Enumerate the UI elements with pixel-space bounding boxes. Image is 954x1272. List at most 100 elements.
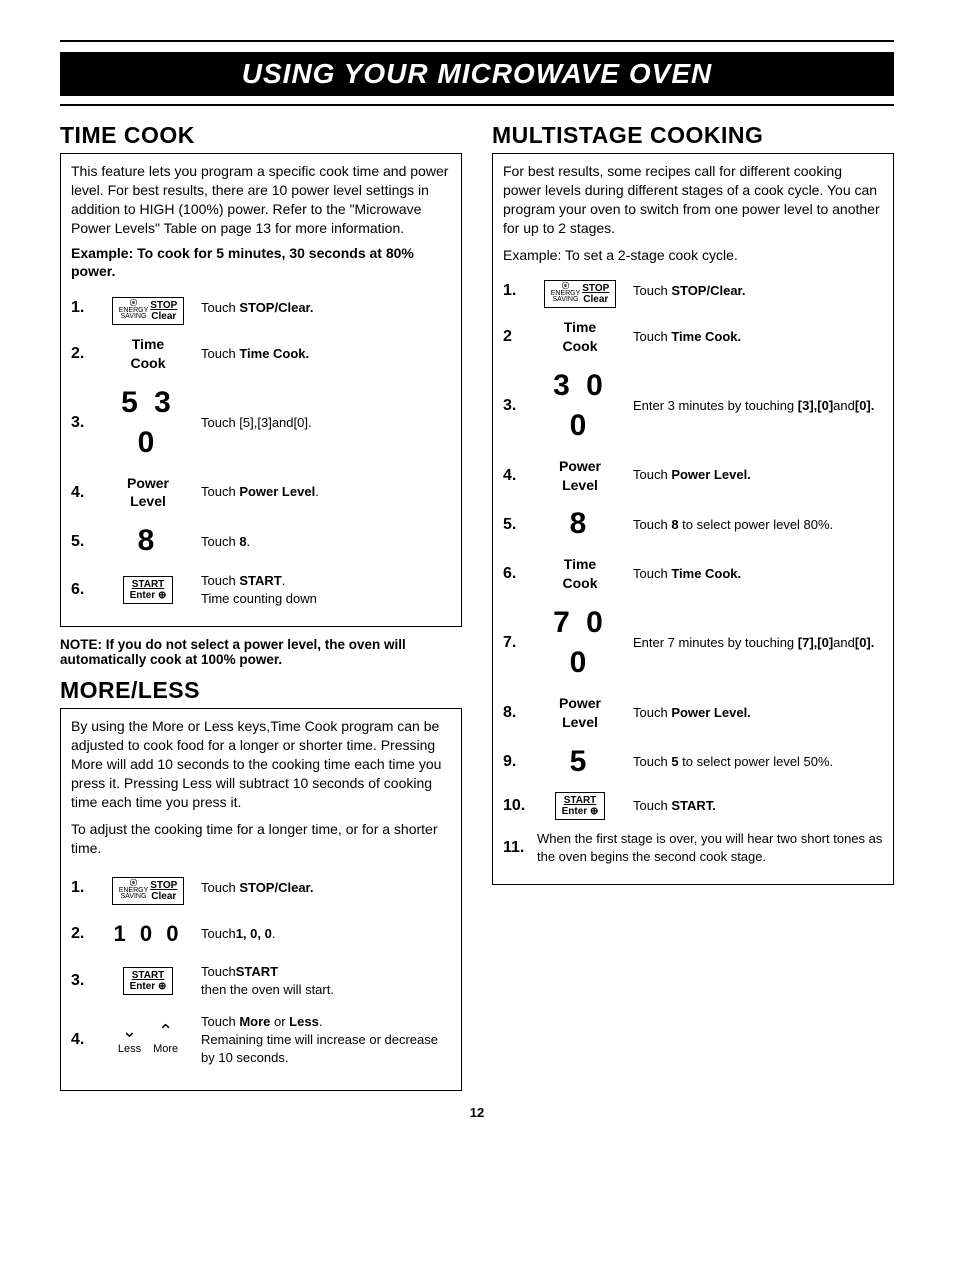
time-cook-heading: TIME COOK — [60, 122, 462, 149]
multistage-example: Example: To set a 2-stage cook cycle. — [503, 246, 883, 265]
display-700: 7 0 0 — [553, 606, 607, 680]
time-cook-example: Example: To cook for 5 minutes, 30 secon… — [71, 244, 451, 282]
step-icon: STARTEnter ⊕ — [105, 967, 191, 995]
step-number: 2. — [71, 343, 95, 365]
time-cook-box: This feature lets you program a specific… — [60, 153, 462, 627]
step-desc: Touch START. — [633, 797, 883, 815]
more-less-heading: MORE/LESS — [60, 677, 462, 704]
step-icon: ⓔENERGYSAVINGSTOPClear — [537, 274, 623, 307]
power-level-label-icon: PowerLevel — [127, 475, 169, 510]
step-desc: Enter 7 minutes by touching [7],[0]and[0… — [633, 634, 883, 652]
step-row: 5.8Touch 8 to select power level 80%. — [503, 504, 883, 545]
step-row: 2. TimeCook Touch Time Cook. — [71, 335, 451, 373]
step-icon: ⓔENERGYSAVINGSTOPClear — [105, 871, 191, 904]
step-icon: TimeCook — [537, 318, 623, 356]
step-number: 6. — [71, 579, 95, 601]
time-cook-label-icon: TimeCook — [131, 336, 166, 371]
step-number: 2. — [71, 923, 95, 945]
step-row: 6. STARTEnter ⊕ Touch START.Time counting … — [71, 572, 451, 608]
step-number: 7. — [503, 632, 527, 654]
right-column: MULTISTAGE COOKING For best results, som… — [492, 116, 894, 1091]
step-number: 2 — [503, 326, 527, 348]
step-row: 4. PowerLevel Touch Power Level. — [71, 474, 451, 512]
multistage-heading: MULTISTAGE COOKING — [492, 122, 894, 149]
step-icon: STARTEnter ⊕ — [537, 792, 623, 820]
top-rule — [60, 40, 894, 42]
step-icon: ⓔENERGYSAVINGSTOPClear — [105, 291, 191, 324]
step-number: 1. — [71, 877, 95, 899]
step-desc: Touch Power Level. — [633, 466, 883, 484]
step-row: 9. 5 Touch 5 to select power level 50%. — [503, 742, 883, 783]
step-row: 6. TimeCook Touch Time Cook. — [503, 555, 883, 593]
step-icon: 5 — [537, 742, 623, 783]
display-5: 5 — [570, 745, 591, 778]
display-530: 5 3 0 — [121, 386, 175, 460]
more-less-p2: To adjust the cooking time for a longer … — [71, 820, 451, 858]
step-desc: Touch Power Level. — [633, 704, 883, 722]
step-number: 4. — [71, 482, 95, 504]
step-icon: PowerLevel — [537, 457, 623, 495]
left-column: TIME COOK This feature lets you program … — [60, 116, 462, 1091]
time-cook-intro: This feature lets you program a specific… — [71, 162, 451, 238]
page-banner: USING YOUR MICROWAVE OVEN — [60, 52, 894, 96]
step-row: 1. ⓔENERGYSAVINGSTOPClear Touch STOP/Clear… — [71, 871, 451, 904]
step-desc: Touch [5],[3]and[0]. — [201, 414, 451, 432]
step-desc: Touch STOP/Clear. — [201, 879, 451, 897]
step-row: 5.8Touch 8. — [71, 521, 451, 562]
step-desc: Touch Time Cook. — [633, 328, 883, 346]
step-icon: STARTEnter ⊕ — [105, 576, 191, 604]
step-icon: TimeCook — [105, 335, 191, 373]
power-level-label-icon: PowerLevel — [559, 458, 601, 493]
start-enter-button-icon: STARTEnter ⊕ — [123, 576, 174, 604]
step-row: 3. 3 0 0 Enter 3 minutes by touching [3],[… — [503, 366, 883, 447]
step-row: 2. 1 0 0 Touch1, 0, 0. — [71, 919, 451, 949]
display-100: 1 0 0 — [114, 921, 183, 946]
step-number: 3. — [71, 412, 95, 434]
step-row: 4.⌄Less⌃MoreTouch More or Less.Remaining… — [71, 1013, 451, 1068]
stop-clear-button-icon: ⓔENERGYSAVINGSTOPClear — [544, 280, 617, 308]
step-number: 10. — [503, 795, 527, 817]
step-desc: When the first stage is over, you will h… — [537, 830, 883, 866]
step-desc: Touch 8. — [201, 533, 451, 551]
step-icon: PowerLevel — [537, 694, 623, 732]
stop-clear-button-icon: ⓔENERGYSAVINGSTOPClear — [112, 297, 185, 325]
banner-rule — [60, 104, 894, 106]
step-row: 7. 7 0 0 Enter 7 minutes by touching [7],[… — [503, 603, 883, 684]
step-number: 1. — [71, 297, 95, 319]
step-number: 9. — [503, 751, 527, 773]
more-less-p1: By using the More or Less keys,Time Cook… — [71, 717, 451, 811]
step-icon: 8 — [537, 504, 623, 545]
start-enter-button-icon: STARTEnter ⊕ — [555, 792, 606, 820]
step-desc: Touch Power Level. — [201, 483, 451, 501]
time-cook-label-icon: TimeCook — [563, 556, 598, 591]
step-row: 11. When the first stage is over, you wil… — [503, 830, 883, 866]
display-8: 8 — [570, 507, 591, 540]
step-number: 3. — [503, 395, 527, 417]
step-number: 11. — [503, 837, 527, 859]
step-desc: Touch START.Time counting down — [201, 572, 451, 608]
start-enter-button-icon: STARTEnter ⊕ — [123, 967, 174, 995]
step-number: 6. — [503, 563, 527, 585]
multistage-intro: For best results, some recipes call for … — [503, 162, 883, 238]
step-desc: Touch 5 to select power level 50%. — [633, 753, 883, 771]
multistage-box: For best results, some recipes call for … — [492, 153, 894, 885]
step-row: 3.STARTEnter ⊕TouchSTARTthen the oven wi… — [71, 963, 451, 999]
step-desc: Touch Time Cook. — [201, 345, 451, 363]
step-number: 4. — [71, 1029, 95, 1051]
step-desc: Touch Time Cook. — [633, 565, 883, 583]
step-desc: Touch1, 0, 0. — [201, 925, 451, 943]
step-desc: Touch 8 to select power level 80%. — [633, 516, 883, 534]
step-number: 4. — [503, 465, 527, 487]
more-less-box: By using the More or Less keys,Time Cook… — [60, 708, 462, 1090]
page-number: 12 — [60, 1105, 894, 1120]
step-icon: 7 0 0 — [537, 603, 623, 684]
display-8: 8 — [138, 524, 159, 557]
step-desc: TouchSTARTthen the oven will start. — [201, 963, 451, 999]
step-desc: Touch STOP/Clear. — [633, 282, 883, 300]
step-row: 2 TimeCook Touch Time Cook. — [503, 318, 883, 356]
stop-clear-button-icon: ⓔENERGYSAVINGSTOPClear — [112, 877, 185, 905]
step-icon: 3 0 0 — [537, 366, 623, 447]
time-cook-steps: 1.ⓔENERGYSAVINGSTOPClearTouch STOP/Clear… — [71, 291, 451, 608]
step-desc: Touch More or Less.Remaining time will i… — [201, 1013, 451, 1068]
step-desc: Enter 3 minutes by touching [3],[0]and[0… — [633, 397, 883, 415]
